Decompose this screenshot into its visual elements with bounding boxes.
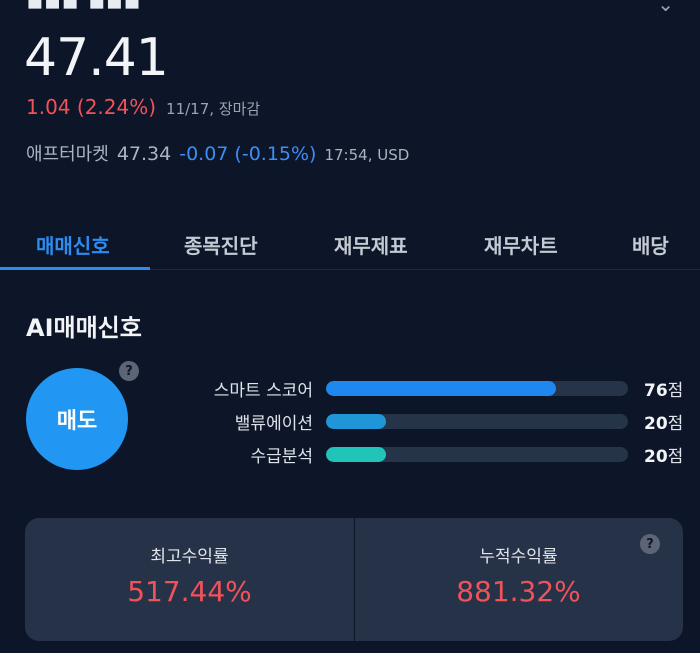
tab-dividends[interactable]: 배당 [632,230,669,259]
price-change: 1.04 (2.24%) [26,95,157,119]
after-market-label: 애프터마켓 [26,144,109,165]
metric-score: 20점 [644,447,684,467]
max-return-value: 517.44% [127,575,252,608]
metric-label: 밸류에이션 [234,414,313,434]
signal-label: 매도 [56,409,98,434]
help-icon[interactable]: ? [640,534,660,554]
metric-row-smart-score: 스마트 스코어 76점 [190,376,685,401]
section-title: AI매매신호 [26,314,142,342]
metric-bar-fill [326,381,556,396]
after-market-row: 애프터마켓 47.34 -0.07 (-0.15%) 17:54, USD [26,140,409,166]
metric-bar-fill [326,447,387,462]
metric-bar-fill [326,414,387,429]
metric-bar-track [326,414,628,429]
change-meta: 11/17, 장마감 [166,100,261,118]
signal-badge: 매도 [26,368,128,470]
stock-name-cut-off: ▪▪▪ ▪▪▪ [26,0,141,16]
change-row: 1.04 (2.24%) 11/17, 장마감 [26,95,260,119]
tab-bar: 매매신호 종목진단 재무제표 재무차트 배당 [0,222,700,270]
metric-label: 스마트 스코어 [213,381,313,401]
after-market-change: -0.07 (-0.15%) [179,143,317,165]
cumulative-return-label: 누적수익률 [479,547,558,567]
after-market-meta: 17:54, USD [324,146,410,164]
help-icon[interactable]: ? [119,361,139,381]
tab-financial-statements[interactable]: 재무제표 [334,230,408,259]
metric-row-supply-demand: 수급분석 20점 [190,442,685,467]
metric-row-valuation: 밸류에이션 20점 [190,409,685,434]
max-return: 최고수익률 517.44% [25,518,354,641]
metric-score: 76점 [644,381,684,401]
metric-score: 20점 [644,414,684,434]
tab-trading-signal[interactable]: 매매신호 [36,230,110,259]
returns-card: 최고수익률 517.44% 누적수익률 881.32% ? [25,518,683,641]
metric-bar-track [326,381,628,396]
metric-label: 수급분석 [250,447,313,467]
more-icon[interactable]: ⌄ [657,0,674,16]
tab-financial-charts[interactable]: 재무차트 [484,230,558,259]
cumulative-return-value: 881.32% [456,575,581,608]
after-market-price: 47.34 [116,143,172,165]
tab-stock-diagnosis[interactable]: 종목진단 [184,230,258,259]
metric-bar-track [326,447,628,462]
tab-active-indicator [0,267,150,270]
current-price: 47.41 [24,28,169,88]
cumulative-return: 누적수익률 881.32% [354,518,683,641]
max-return-label: 최고수익률 [150,547,229,567]
